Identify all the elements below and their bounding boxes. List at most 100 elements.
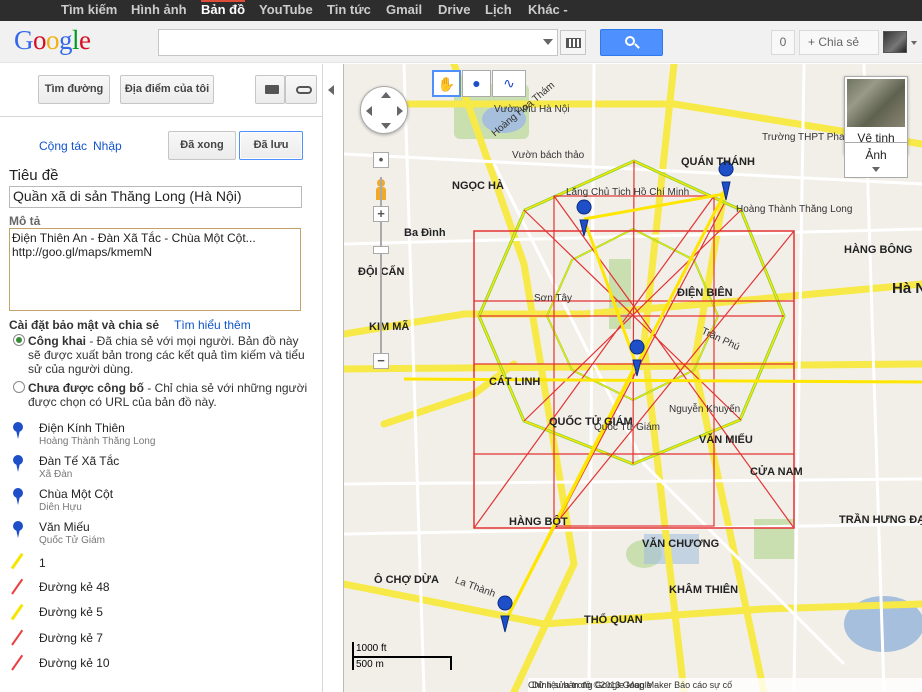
map-label: THỔ QUAN bbox=[584, 614, 643, 626]
feature-description: Diên Hựu bbox=[39, 502, 82, 513]
zoom-handle[interactable] bbox=[373, 246, 389, 254]
share-button[interactable]: + Chia sẻ bbox=[799, 30, 879, 55]
directions-button[interactable]: Tìm đường bbox=[38, 75, 110, 104]
map-label: ĐIỆN BIÊN bbox=[677, 287, 733, 299]
nav-drive[interactable]: Drive bbox=[438, 0, 471, 21]
my-places-button[interactable]: Địa điểm của tôi bbox=[120, 75, 214, 104]
report-problem-link[interactable]: Báo cáo sự cố bbox=[674, 680, 732, 690]
nav-calendar[interactable]: Lịch bbox=[485, 0, 512, 21]
map-label: HÀNG BÔNG bbox=[844, 244, 913, 256]
map-label: QUÁN THÁNH bbox=[681, 156, 755, 168]
map-label: Quốc Tử Giám bbox=[594, 422, 660, 433]
chevron-down-icon[interactable] bbox=[543, 39, 553, 45]
scale-tick-left bbox=[352, 642, 354, 670]
nav-news[interactable]: Tin tức bbox=[327, 0, 371, 21]
hand-tool[interactable]: ✋ bbox=[432, 70, 461, 97]
pan-control[interactable] bbox=[360, 86, 408, 134]
google-logo[interactable]: Google bbox=[14, 25, 91, 56]
nav-search[interactable]: Tìm kiếm bbox=[61, 0, 117, 21]
learn-more-link[interactable]: Tìm hiểu thêm bbox=[174, 318, 251, 332]
map-label: Sơn Tây bbox=[534, 293, 573, 304]
title-input[interactable]: Quần xã di sản Thăng Long (Hà Nội) bbox=[9, 186, 302, 208]
feature-description: Hoàng Thành Thăng Long bbox=[39, 436, 156, 447]
line-tool[interactable]: ∿ bbox=[492, 70, 526, 97]
marker-icon bbox=[13, 455, 23, 472]
description-label: Mô tả bbox=[9, 214, 41, 228]
imagery-dropdown[interactable]: Ảnh bbox=[844, 142, 908, 178]
feature-name: Văn Miếu bbox=[39, 520, 90, 534]
map-label: Ô CHỢ DỪA bbox=[374, 574, 439, 586]
center-button[interactable]: • bbox=[373, 152, 389, 168]
panel-collapse-bar[interactable] bbox=[322, 64, 344, 692]
title-label: Tiêu đề bbox=[9, 167, 59, 184]
marker-icon bbox=[13, 521, 23, 538]
zoom-out-button[interactable]: − bbox=[373, 353, 389, 369]
imagery-label: Ảnh bbox=[865, 148, 887, 162]
privacy-label: Cài đặt bảo mật và chia sẻ bbox=[9, 318, 160, 332]
nav-gmail[interactable]: Gmail bbox=[386, 0, 422, 21]
map-label: Hà Nội bbox=[892, 280, 922, 297]
print-icon bbox=[265, 85, 279, 94]
chevron-left-icon[interactable] bbox=[328, 85, 334, 95]
unlisted-option: Chưa được công bố - Chỉ chia sẻ với nhữn… bbox=[28, 381, 308, 409]
feature-name: Đường kẻ 7 bbox=[39, 631, 103, 645]
import-link[interactable]: Nhập bbox=[93, 139, 122, 153]
chevron-down-icon[interactable] bbox=[911, 41, 917, 45]
feature-item[interactable]: Đường kẻ 10 bbox=[10, 654, 310, 687]
map-label: CỬA NAM bbox=[750, 466, 803, 478]
scale-bar: 1000 ft 500 m bbox=[352, 642, 462, 672]
public-radio[interactable] bbox=[13, 334, 25, 346]
google-bar: Tìm kiếm Hình ảnh Bản đồ YouTube Tin tức… bbox=[0, 0, 922, 21]
keyboard-icon bbox=[566, 38, 581, 48]
scale-tick-right bbox=[450, 656, 452, 670]
map-label: TRẦN HƯNG ĐẠO bbox=[839, 514, 922, 526]
map-label: Vườn bách thảo bbox=[512, 150, 585, 161]
nav-images[interactable]: Hình ảnh bbox=[131, 0, 187, 21]
search-icon-handle bbox=[634, 43, 640, 49]
map-label: Nguyễn Khuyến bbox=[669, 404, 741, 415]
marker-tool[interactable]: ● bbox=[462, 70, 491, 97]
description-input[interactable]: Điện Thiên An - Đàn Xã Tắc - Chùa Một Cộ… bbox=[9, 228, 301, 311]
saved-button[interactable]: Đã lưu bbox=[239, 131, 303, 160]
nav-youtube[interactable]: YouTube bbox=[259, 0, 313, 21]
hand-icon: ✋ bbox=[437, 76, 456, 92]
pan-right-icon[interactable] bbox=[397, 106, 403, 116]
header: Google 0 + Chia sẻ bbox=[0, 21, 922, 63]
line-icon bbox=[11, 578, 24, 595]
avatar[interactable] bbox=[883, 31, 907, 53]
zoom-slider[interactable] bbox=[380, 177, 382, 357]
link-button[interactable] bbox=[285, 75, 317, 104]
keyboard-button[interactable] bbox=[560, 30, 586, 55]
feature-item[interactable]: Điện Kính Thiên Hoàng Thành Thăng Long bbox=[10, 421, 310, 452]
pan-down-icon[interactable] bbox=[381, 123, 391, 129]
feature-item[interactable]: Chùa Một Cột Diên Hựu bbox=[10, 487, 310, 518]
feature-item[interactable]: Đàn Tế Xã Tắc Xã Đàn bbox=[10, 454, 310, 485]
unlisted-radio[interactable] bbox=[13, 381, 25, 393]
feature-name: Đường kẻ 48 bbox=[39, 580, 110, 594]
feature-item[interactable]: Văn Miếu Quốc Tử Giám bbox=[10, 520, 310, 551]
notification-count[interactable]: 0 bbox=[771, 30, 795, 55]
pan-up-icon[interactable] bbox=[381, 92, 391, 98]
map-label: Lăng Chủ Tịch Hồ Chí Minh bbox=[566, 187, 690, 198]
map-label: Ba Đình bbox=[404, 227, 446, 239]
print-button[interactable] bbox=[255, 75, 285, 104]
done-button[interactable]: Đã xong bbox=[168, 131, 236, 160]
feature-name: Chùa Một Cột bbox=[39, 487, 114, 501]
map-canvas[interactable]: Hoàng Hoa Thám Vườn thú Hà Nội Vườn bách… bbox=[344, 64, 922, 692]
collaborate-link[interactable]: Cộng tác bbox=[39, 139, 87, 153]
zoom-in-button[interactable]: + bbox=[373, 206, 389, 222]
map-label: KHÂM THIÊN bbox=[669, 584, 739, 596]
line-icon bbox=[11, 629, 24, 646]
nav-more[interactable]: Khác - bbox=[528, 0, 568, 21]
pan-left-icon[interactable] bbox=[366, 106, 372, 116]
map-label: Hoàng Thành Thăng Long bbox=[736, 204, 853, 215]
feature-description: Xã Đàn bbox=[39, 469, 73, 480]
nav-maps[interactable]: Bản đồ bbox=[201, 0, 246, 21]
public-title: Công khai bbox=[28, 334, 87, 348]
search-input[interactable] bbox=[158, 29, 558, 56]
map-label: KIM MÃ bbox=[369, 321, 410, 333]
line-icon bbox=[11, 654, 24, 671]
feature-name: 1 bbox=[39, 556, 46, 570]
line-icon bbox=[10, 603, 24, 621]
search-button[interactable] bbox=[600, 29, 663, 56]
